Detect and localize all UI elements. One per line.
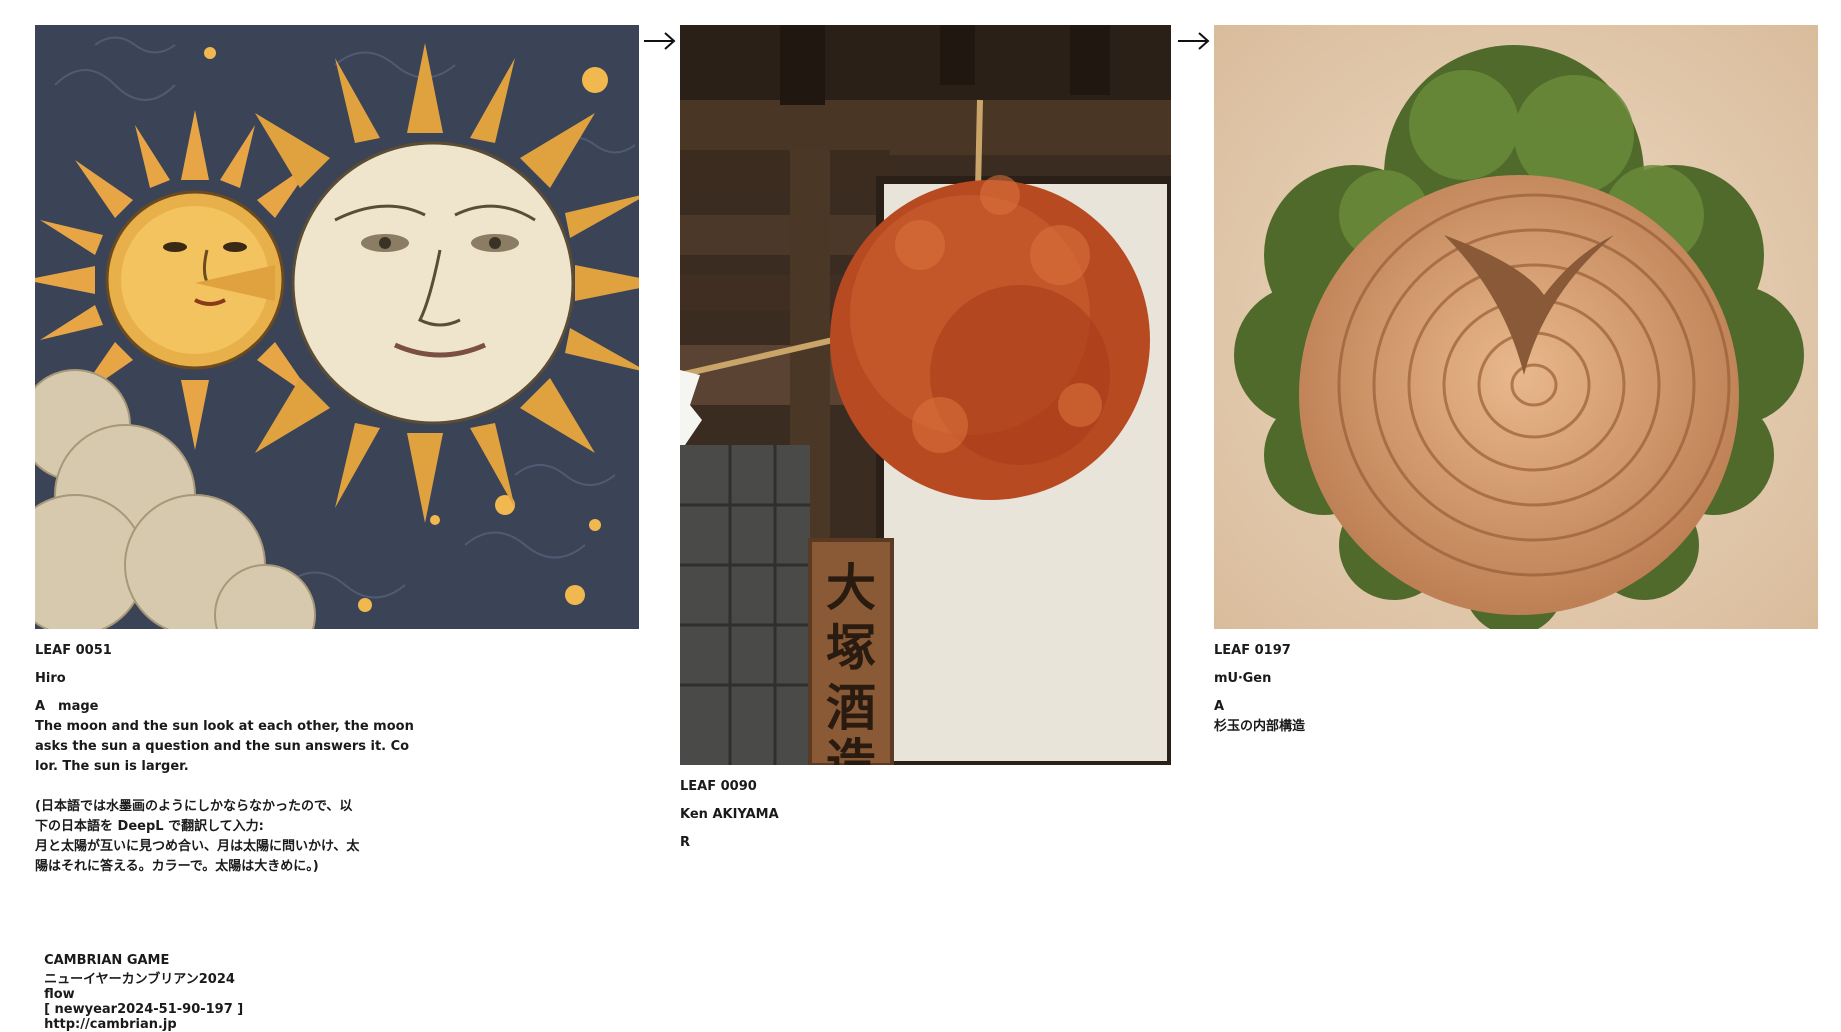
leaf-card-0051: LEAF 0051 Hiro A mage The moon and the s… xyxy=(35,25,639,877)
leaf-id: LEAF 0197 xyxy=(1214,643,1291,658)
leaf-author: mU‧Gen xyxy=(1214,671,1272,686)
footer-flow-code: [ newyear2024-51-90-197 ] xyxy=(44,1002,244,1017)
flow-arrow-icon xyxy=(643,28,677,54)
footer-flow-label: flow xyxy=(44,987,75,1002)
leaf-note: (日本語では水墨画のようにしかならなかったので、以 下の日本語を DeepL で… xyxy=(35,799,360,874)
sugidama-photo[interactable]: 大 塚 酒 造 xyxy=(680,25,1171,765)
leaf-description: The moon and the sun look at each other,… xyxy=(35,719,414,774)
leaf-type: A mage xyxy=(35,699,99,714)
sign-char-4: 造 xyxy=(826,734,876,765)
leaf-card-0197: LEAF 0197 mU‧Gen A 杉玉の内部構造 xyxy=(1214,25,1818,737)
sun-moon-artwork[interactable] xyxy=(35,25,639,629)
leaf-type: R xyxy=(680,835,691,850)
flow-arrow-icon xyxy=(1177,28,1211,54)
leaf-description: 杉玉の内部構造 xyxy=(1214,719,1306,734)
sign-char-1: 大 xyxy=(826,559,876,617)
leaf-author: Hiro xyxy=(35,671,66,686)
sign-char-3: 酒 xyxy=(826,679,876,737)
leaf-id: LEAF 0090 xyxy=(680,779,757,794)
leaf-author: Ken AKIYAMA xyxy=(680,807,779,822)
footer-event-title: ニューイヤーカンブリアン2024 xyxy=(44,972,235,987)
footer-url-link[interactable]: http://cambrian.jp xyxy=(44,1017,177,1032)
footer-game-name: CAMBRIAN GAME xyxy=(44,953,170,968)
sign-char-2: 塚 xyxy=(826,619,876,677)
leaf-id: LEAF 0051 xyxy=(35,643,112,658)
leaf-card-0090: 大 塚 酒 造 LEAF 0090 Ken AKIYAMA R xyxy=(680,25,1171,853)
tree-sphere-artwork[interactable] xyxy=(1214,25,1818,629)
leaf-type: A xyxy=(1214,699,1225,714)
footer: CAMBRIAN GAME ニューイヤーカンブリアン2024 flow [ ne… xyxy=(35,938,253,1032)
